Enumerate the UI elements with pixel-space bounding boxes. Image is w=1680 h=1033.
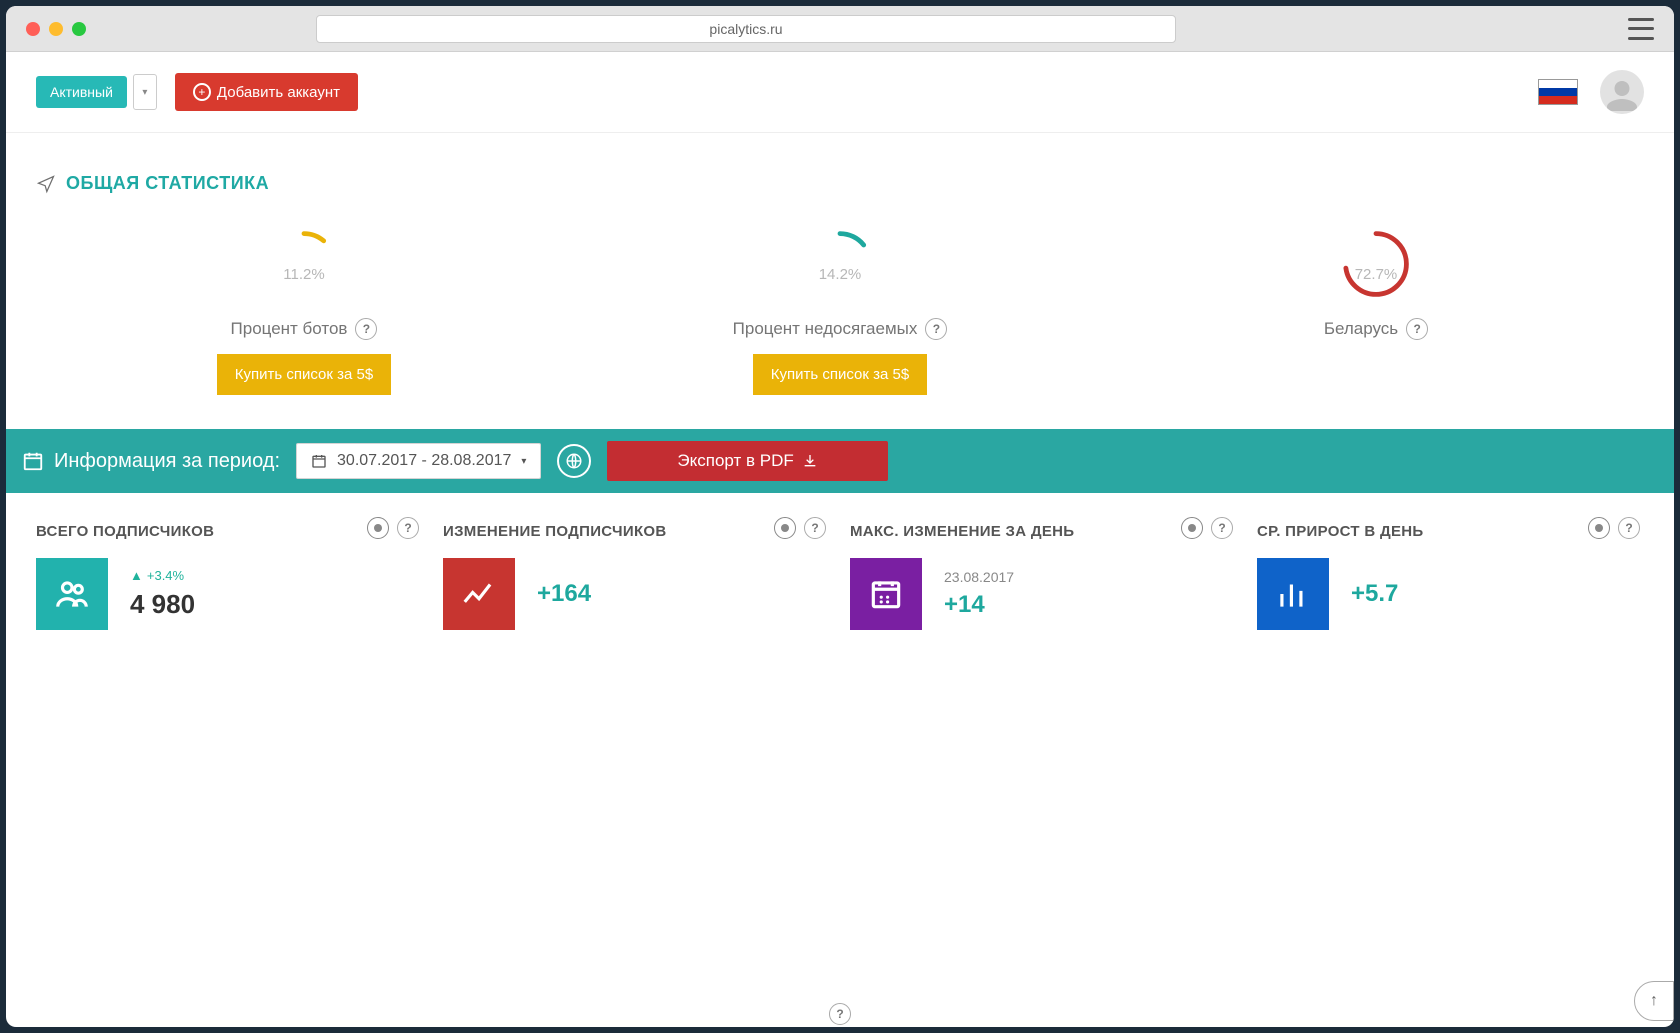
- metric-total-followers: ? ВСЕГО ПОДПИСЧИКОВ ▲ +3.4% 4 980: [36, 523, 423, 630]
- window-controls: [26, 22, 86, 36]
- gauge-arc: 11.2%: [249, 224, 359, 304]
- calendar-icon: [22, 450, 44, 472]
- target-icon[interactable]: [774, 517, 796, 539]
- help-icon[interactable]: ?: [829, 1003, 851, 1025]
- metric-row: ? ВСЕГО ПОДПИСЧИКОВ ▲ +3.4% 4 980 ? ИЗМЕ…: [6, 493, 1674, 660]
- user-avatar[interactable]: [1600, 70, 1644, 114]
- maximize-window-icon[interactable]: [72, 22, 86, 36]
- gauge-label: Процент недосягаемых: [733, 319, 918, 339]
- gauge-label: Процент ботов: [231, 319, 348, 339]
- menu-icon[interactable]: [1628, 18, 1654, 40]
- bar-chart-icon: [1257, 558, 1329, 630]
- metric-followers-change: ? ИЗМЕНЕНИЕ ПОДПИСЧИКОВ +164: [443, 523, 830, 630]
- help-icon[interactable]: ?: [925, 318, 947, 340]
- gauge-arc: 72.7%: [1321, 224, 1431, 304]
- gauge-card-unreachable: 14.2% Процент недосягаемых ? Купить спис…: [572, 224, 1108, 395]
- gauge-card-bots: 11.2% Процент ботов ? Купить список за 5…: [36, 224, 572, 395]
- active-account-button[interactable]: Активный: [36, 76, 127, 108]
- metric-title: ВСЕГО ПОДПИСЧИКОВ: [36, 523, 423, 540]
- globe-button[interactable]: [557, 444, 591, 478]
- app-window: picalytics.ru Активный ▾ + Добавить акка…: [6, 6, 1674, 1027]
- chevron-down-icon: ▾: [142, 87, 147, 98]
- help-icon[interactable]: ?: [1211, 517, 1233, 539]
- help-icon[interactable]: ?: [1406, 318, 1428, 340]
- period-bar: Информация за период: 30.07.2017 - 28.08…: [6, 429, 1674, 493]
- buy-list-button[interactable]: Купить список за 5$: [217, 354, 391, 395]
- close-window-icon[interactable]: [26, 22, 40, 36]
- scroll-to-top-button[interactable]: ↑: [1634, 981, 1674, 1021]
- active-account-label: Активный: [50, 84, 113, 100]
- send-icon: [36, 174, 56, 194]
- gauge-percent: 11.2%: [283, 266, 324, 283]
- browser-chrome: picalytics.ru: [6, 6, 1674, 52]
- add-account-button[interactable]: + Добавить аккаунт: [175, 73, 358, 111]
- export-pdf-button[interactable]: Экспорт в PDF: [607, 441, 887, 481]
- metric-avg-growth: ? СР. ПРИРОСТ В ДЕНЬ +5.7: [1257, 523, 1644, 630]
- metric-title: ИЗМЕНЕНИЕ ПОДПИСЧИКОВ: [443, 523, 830, 540]
- gauge-percent: 72.7%: [1355, 266, 1398, 283]
- chevron-down-icon: ▾: [521, 456, 526, 467]
- minimize-window-icon[interactable]: [49, 22, 63, 36]
- globe-icon: [565, 452, 583, 470]
- account-dropdown-toggle[interactable]: ▾: [133, 74, 157, 110]
- buy-list-button[interactable]: Купить список за 5$: [753, 354, 927, 395]
- gauge-percent: 14.2%: [819, 266, 862, 283]
- gauge-arc: 14.2%: [785, 224, 895, 304]
- date-range-picker[interactable]: 30.07.2017 - 28.08.2017 ▾: [296, 443, 541, 479]
- url-bar[interactable]: picalytics.ru: [316, 15, 1176, 43]
- calendar-icon: [850, 558, 922, 630]
- target-icon[interactable]: [1181, 517, 1203, 539]
- metric-title: СР. ПРИРОСТ В ДЕНЬ: [1257, 523, 1644, 540]
- target-icon[interactable]: [367, 517, 389, 539]
- calendar-icon: [311, 453, 327, 469]
- metric-value: +5.7: [1351, 580, 1398, 608]
- gauge-card-belarus: 72.7% Беларусь ?: [1108, 224, 1644, 395]
- gauge-label: Беларусь: [1324, 319, 1398, 339]
- buy-list-label: Купить список за 5$: [771, 366, 909, 383]
- metric-max-day-change: ? МАКС. ИЗМЕНЕНИЕ ЗА ДЕНЬ 23.08.2017 +14: [850, 523, 1237, 630]
- app-header: Активный ▾ + Добавить аккаунт: [6, 52, 1674, 133]
- metric-delta: ▲ +3.4%: [130, 568, 195, 583]
- target-icon[interactable]: [1588, 517, 1610, 539]
- help-icon[interactable]: ?: [1618, 517, 1640, 539]
- help-icon[interactable]: ?: [355, 318, 377, 340]
- users-icon: [36, 558, 108, 630]
- section-title: ОБЩАЯ СТАТИСТИКА: [6, 133, 1674, 204]
- section-title-text: ОБЩАЯ СТАТИСТИКА: [66, 173, 269, 194]
- add-account-label: Добавить аккаунт: [217, 84, 340, 101]
- download-icon: [802, 453, 818, 469]
- trend-icon: [443, 558, 515, 630]
- date-range-text: 30.07.2017 - 28.08.2017: [337, 452, 511, 470]
- url-text: picalytics.ru: [709, 21, 782, 37]
- export-pdf-label: Экспорт в PDF: [677, 451, 793, 471]
- gauge-row: 11.2% Процент ботов ? Купить список за 5…: [6, 204, 1674, 429]
- metric-value: +14: [944, 591, 1014, 619]
- buy-list-label: Купить список за 5$: [235, 366, 373, 383]
- plus-icon: +: [193, 83, 211, 101]
- language-flag-ru[interactable]: [1538, 79, 1578, 105]
- help-icon[interactable]: ?: [804, 517, 826, 539]
- metric-date: 23.08.2017: [944, 569, 1014, 585]
- metric-value: 4 980: [130, 589, 195, 620]
- metric-value: +164: [537, 580, 591, 608]
- help-icon[interactable]: ?: [397, 517, 419, 539]
- period-title: Информация за период:: [54, 450, 280, 473]
- metric-title: МАКС. ИЗМЕНЕНИЕ ЗА ДЕНЬ: [850, 523, 1237, 540]
